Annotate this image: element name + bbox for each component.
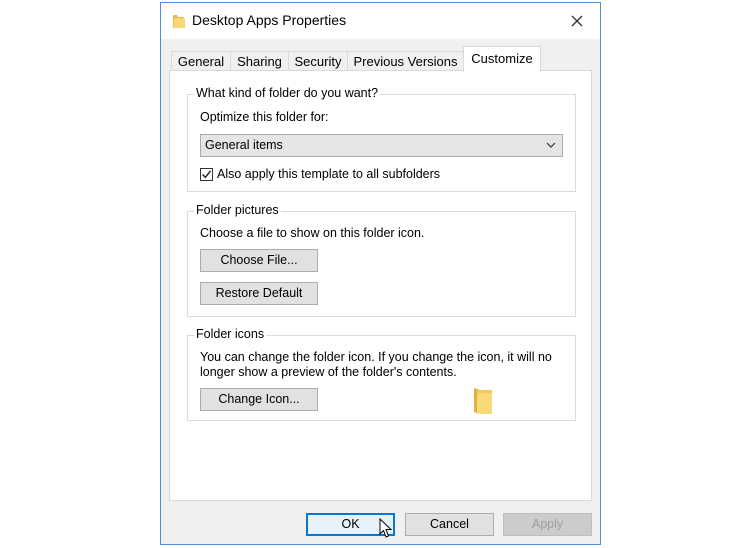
folder-pictures-group: Folder pictures Choose a file to show on… bbox=[187, 203, 576, 317]
close-button[interactable] bbox=[554, 3, 600, 39]
apply-subfolders-checkbox[interactable] bbox=[200, 168, 213, 181]
apply-subfolders-label[interactable]: Also apply this template to all subfolde… bbox=[217, 167, 440, 181]
tab-general[interactable]: General bbox=[171, 51, 231, 71]
folder-preview-icon bbox=[474, 388, 492, 414]
folder-pictures-description: Choose a file to show on this folder ico… bbox=[200, 226, 425, 240]
customize-panel: What kind of folder do you want? Optimiz… bbox=[169, 70, 592, 501]
folder-icon bbox=[173, 15, 185, 28]
optimize-label: Optimize this folder for: bbox=[200, 110, 329, 124]
folder-icons-description-line1: You can change the folder icon. If you c… bbox=[200, 350, 552, 364]
folder-kind-group: What kind of folder do you want? Optimiz… bbox=[187, 86, 576, 192]
folder-icons-description-line2: longer show a preview of the folder's co… bbox=[200, 365, 457, 379]
mouse-pointer-icon bbox=[379, 518, 393, 538]
apply-button[interactable]: Apply bbox=[503, 513, 592, 536]
tab-previous-versions[interactable]: Previous Versions bbox=[347, 51, 464, 71]
optimize-selected-value: General items bbox=[205, 138, 283, 152]
choose-file-button[interactable]: Choose File... bbox=[200, 249, 318, 272]
close-icon bbox=[571, 15, 583, 27]
tab-customize[interactable]: Customize bbox=[463, 46, 541, 72]
tab-security[interactable]: Security bbox=[288, 51, 348, 71]
chevron-down-icon bbox=[546, 142, 556, 148]
tab-bar: General Sharing Security Previous Versio… bbox=[171, 46, 591, 72]
folder-icons-group: Folder icons You can change the folder i… bbox=[187, 327, 576, 421]
restore-default-button[interactable]: Restore Default bbox=[200, 282, 318, 305]
folder-pictures-legend: Folder pictures bbox=[194, 203, 281, 217]
checkmark-icon bbox=[202, 170, 212, 179]
folder-kind-legend: What kind of folder do you want? bbox=[194, 86, 381, 100]
change-icon-button[interactable]: Change Icon... bbox=[200, 388, 318, 411]
title-bar[interactable]: Desktop Apps Properties bbox=[161, 3, 600, 39]
window-title: Desktop Apps Properties bbox=[192, 12, 347, 28]
tab-sharing[interactable]: Sharing bbox=[230, 51, 289, 71]
properties-dialog: Desktop Apps Properties General Sharing … bbox=[160, 2, 601, 545]
folder-icons-legend: Folder icons bbox=[194, 327, 267, 341]
cancel-button[interactable]: Cancel bbox=[405, 513, 494, 536]
optimize-dropdown[interactable]: General items bbox=[200, 134, 563, 157]
